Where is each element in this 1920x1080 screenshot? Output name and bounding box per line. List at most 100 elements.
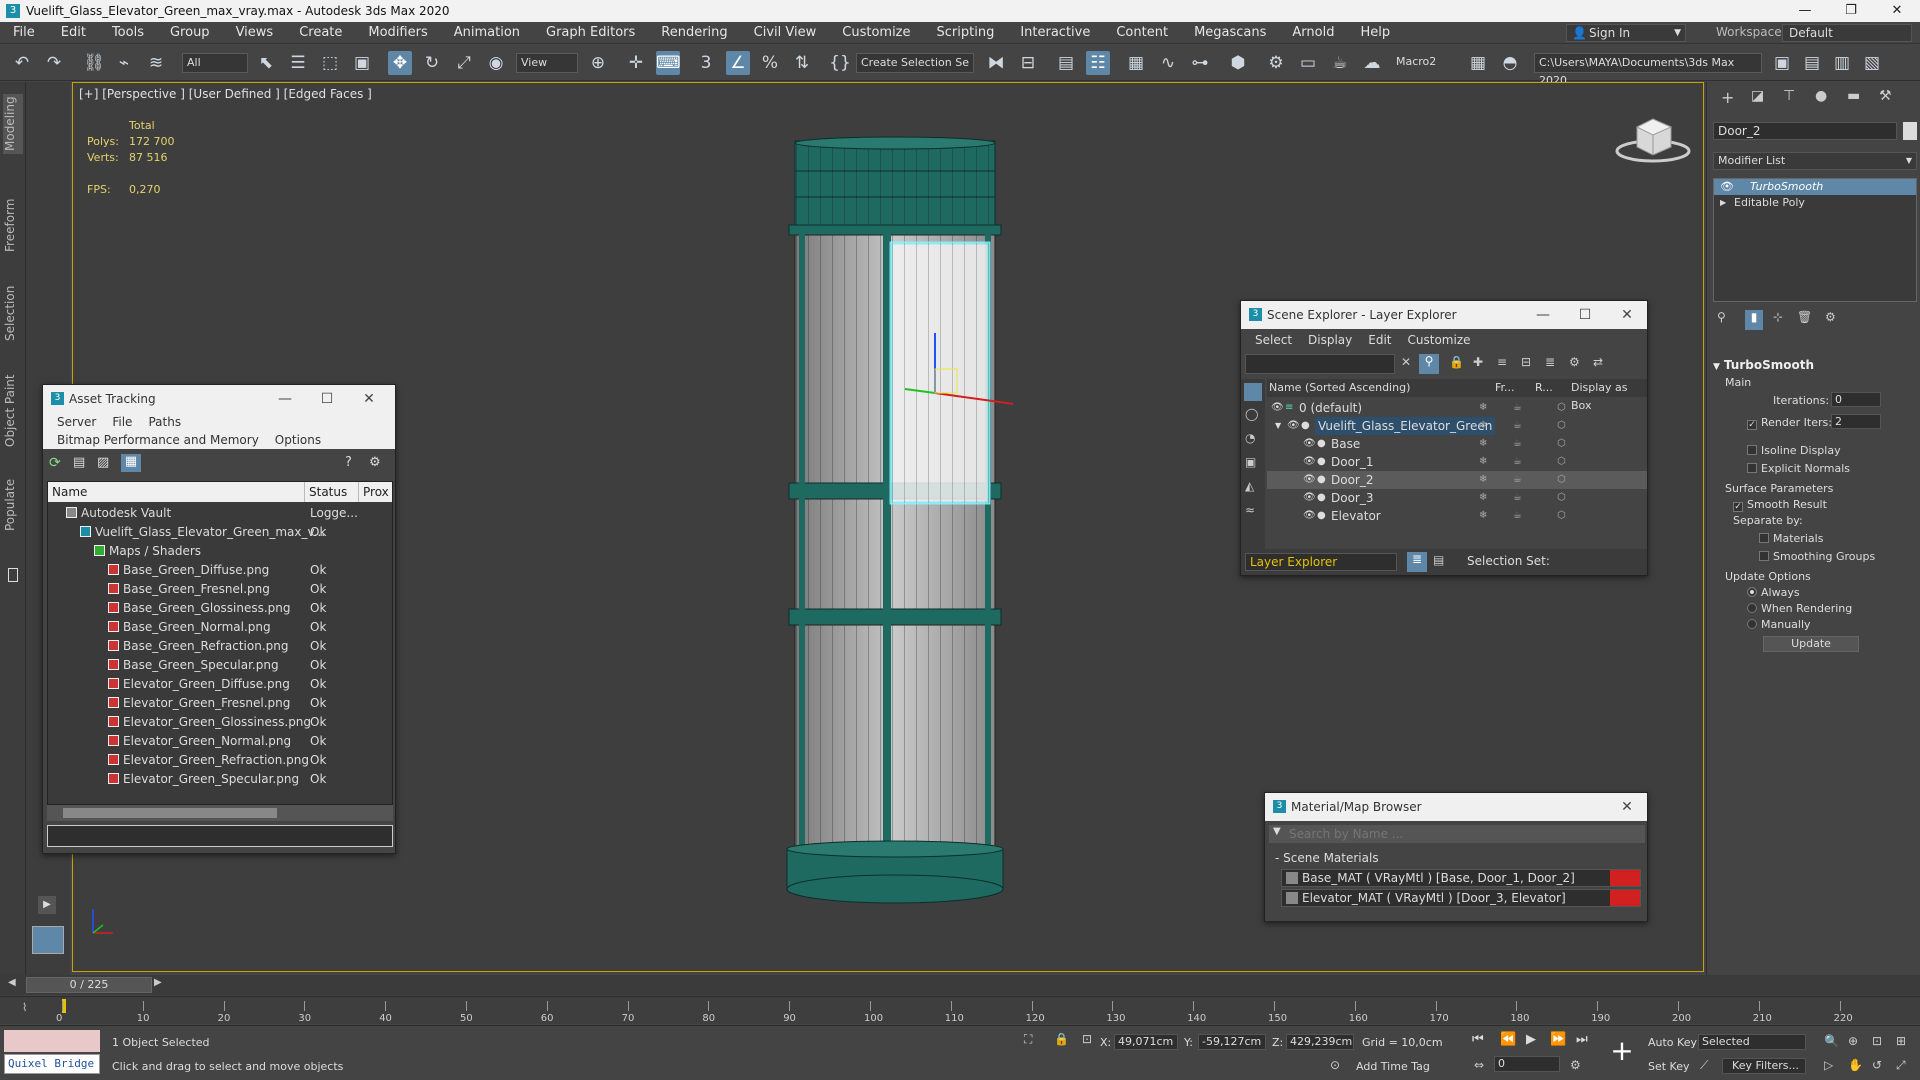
minimize-button[interactable]: — (265, 385, 305, 413)
expand-layouts-icon[interactable]: ▶ (38, 896, 56, 914)
select-and-rotate-icon[interactable]: ↻ (420, 51, 444, 75)
asset-tracking-window[interactable]: 3 Asset Tracking — ☐ ✕ Server File Paths… (42, 384, 396, 854)
angle-snap-icon[interactable]: ∠ (726, 51, 750, 75)
se-menu-edit[interactable]: Edit (1360, 333, 1399, 347)
thumbnail-view-icon[interactable]: ▨ (97, 455, 109, 470)
undo-icon[interactable]: ↶ (10, 51, 34, 75)
settings-icon[interactable]: ⚙ (369, 455, 381, 470)
table-row[interactable]: Base_Green_Diffuse.png Ok (48, 561, 392, 580)
render-in-cloud-icon[interactable]: ☁ (1360, 51, 1384, 75)
render-icon[interactable]: ☕ (1513, 435, 1522, 453)
rendered-frame-window-icon[interactable]: ▭ (1296, 51, 1320, 75)
materials-row[interactable]: Materials (1759, 532, 1823, 545)
column-proxy[interactable]: Prox (358, 482, 389, 502)
horizontal-scrollbar[interactable] (47, 805, 393, 821)
smoothing-groups-checkbox[interactable] (1759, 551, 1769, 561)
table-row[interactable]: Elevator_Green_Specular.png Ok (48, 770, 392, 789)
expand-icon[interactable]: ▼ (1275, 417, 1281, 435)
column-name-sorted[interactable]: Name (Sorted Ascending) (1269, 379, 1410, 397)
explicit-normals-checkbox[interactable] (1747, 463, 1757, 473)
isoline-row[interactable]: Isoline Display (1747, 444, 1841, 457)
lock-icon[interactable]: 🔒 (1449, 355, 1464, 369)
display-all-icon[interactable] (1244, 383, 1262, 401)
default-tangent-icon[interactable]: ⟋ (1700, 1058, 1708, 1073)
z-coordinate-field[interactable]: 429,239cm (1286, 1034, 1354, 1050)
at-menu-file[interactable]: File (104, 415, 140, 429)
geometry-icon[interactable]: ◯ (1245, 407, 1258, 421)
freeze-icon[interactable]: ❄ (1479, 471, 1487, 489)
time-slider[interactable]: ◀ 0 / 225 ▶ (0, 975, 1920, 995)
xref-icon[interactable]: ▥ (1830, 51, 1854, 75)
update-button[interactable]: Update (1763, 636, 1859, 652)
grid-icon[interactable]: ▦ (1466, 51, 1490, 75)
viewcube[interactable] (1613, 113, 1693, 167)
configure-sets-icon[interactable]: ⚙ (1825, 310, 1836, 324)
materials-checkbox[interactable] (1759, 533, 1769, 543)
maximize-button[interactable]: ☐ (307, 385, 347, 413)
display-box-icon[interactable]: ⬡ (1557, 471, 1566, 489)
menu-create[interactable]: Create (286, 25, 355, 40)
link-icon[interactable]: ⛓ (82, 51, 106, 75)
table-row[interactable]: Elevator_Green_Refraction.png Ok (48, 751, 392, 770)
scene-explorer-toggle-icon[interactable]: ▤ (1433, 553, 1444, 567)
smooth-result-checkbox[interactable]: ✓ (1733, 502, 1743, 512)
table-row[interactable]: Maps / Shaders (48, 542, 392, 561)
stack-icon[interactable]: ≣ (1545, 355, 1555, 369)
tab-freeform[interactable]: Freeform (3, 190, 23, 260)
schematic-view-icon[interactable]: ⊶ (1188, 51, 1212, 75)
always-radio[interactable] (1747, 587, 1757, 597)
at-menu-paths[interactable]: Paths (140, 415, 189, 429)
play-icon[interactable]: ▶ (1526, 1032, 1536, 1047)
table-row[interactable]: Vuelift_Glass_Elevator_Green_max_v... Ok (48, 523, 392, 542)
se-menu-display[interactable]: Display (1300, 333, 1360, 347)
go-to-start-icon[interactable]: ⏮ (1472, 1032, 1484, 1047)
visibility-eye-icon[interactable]: 👁 (1271, 399, 1284, 417)
tab-object-paint[interactable]: Object Paint (3, 366, 23, 456)
smooth-result-row[interactable]: ✓ Smooth Result (1733, 498, 1827, 512)
scene-tree-item[interactable]: 👁 ● Elevator ❄ ☕ ⬡ (1267, 507, 1647, 525)
layers-icon[interactable]: ≡ (1497, 355, 1507, 369)
column-name[interactable]: Name (52, 482, 87, 502)
clear-search-icon[interactable]: ✕ (1401, 355, 1411, 369)
layer-settings-icon[interactable]: ⚙ (1569, 355, 1580, 369)
display-box-icon[interactable]: ⬡ (1557, 489, 1566, 507)
project-folder-icon[interactable]: ▣ (1770, 51, 1794, 75)
show-end-result-icon[interactable]: ▮ (1745, 310, 1763, 330)
column-frozen[interactable]: Fr... (1495, 379, 1515, 397)
selection-filter-dropdown[interactable]: All (182, 53, 248, 73)
curve-editor-icon[interactable]: ∿ (1156, 51, 1180, 75)
render-setup-icon[interactable]: ⚙ (1264, 51, 1288, 75)
when-rendering-radio[interactable] (1747, 603, 1757, 613)
dome-light-icon[interactable]: ◓ (1498, 51, 1522, 75)
key-mode-toggle-icon[interactable]: ⇔ (1474, 1058, 1484, 1072)
scene-tree-item[interactable]: 👁 ≡ 0 (default) ❄ ☕ ⬡ (1267, 399, 1647, 417)
always-row[interactable]: Always (1747, 586, 1800, 599)
project-settings-icon[interactable]: ▧ (1860, 51, 1884, 75)
display-box-icon[interactable]: ⬡ (1557, 399, 1566, 417)
utilities-tab-icon[interactable]: ⚒ (1879, 88, 1892, 104)
menu-customize[interactable]: Customize (829, 25, 923, 40)
go-to-end-icon[interactable]: ⏭ (1576, 1032, 1588, 1047)
manually-row[interactable]: Manually (1747, 618, 1811, 631)
close-button[interactable]: ✕ (1607, 301, 1647, 329)
column-renderable[interactable]: R... (1535, 379, 1553, 397)
y-coordinate-field[interactable]: -59,127cm (1198, 1034, 1266, 1050)
orbit-icon[interactable]: ↺ (1872, 1058, 1882, 1072)
menu-group[interactable]: Group (157, 25, 223, 40)
tab-selection[interactable]: Selection (3, 278, 23, 348)
select-manipulate-icon[interactable]: ✛ (624, 51, 648, 75)
auto-key-button[interactable]: Auto Key (1648, 1036, 1697, 1049)
material-item[interactable]: Elevator_MAT ( VRayMtl ) [Door_3, Elevat… (1281, 889, 1641, 907)
select-and-move-icon[interactable]: ✥ (388, 51, 412, 75)
render-icon[interactable]: ☕ (1513, 471, 1522, 489)
make-unique-icon[interactable]: ⊹ (1773, 310, 1783, 324)
help-icon[interactable]: ? (345, 455, 352, 470)
maxscript-listener[interactable] (4, 1030, 100, 1052)
refresh-icon[interactable]: ⟳ (49, 455, 61, 471)
visibility-eye-icon[interactable]: 👁 (1303, 471, 1316, 489)
table-row[interactable]: Base_Green_Glossiness.png Ok (48, 599, 392, 618)
lights-icon[interactable]: ◔ (1245, 431, 1255, 445)
turbosmooth-rollout-header[interactable]: ▼ TurboSmooth (1713, 358, 1917, 374)
redo-icon[interactable]: ↷ (42, 51, 66, 75)
display-box-icon[interactable]: ⬡ (1557, 435, 1566, 453)
